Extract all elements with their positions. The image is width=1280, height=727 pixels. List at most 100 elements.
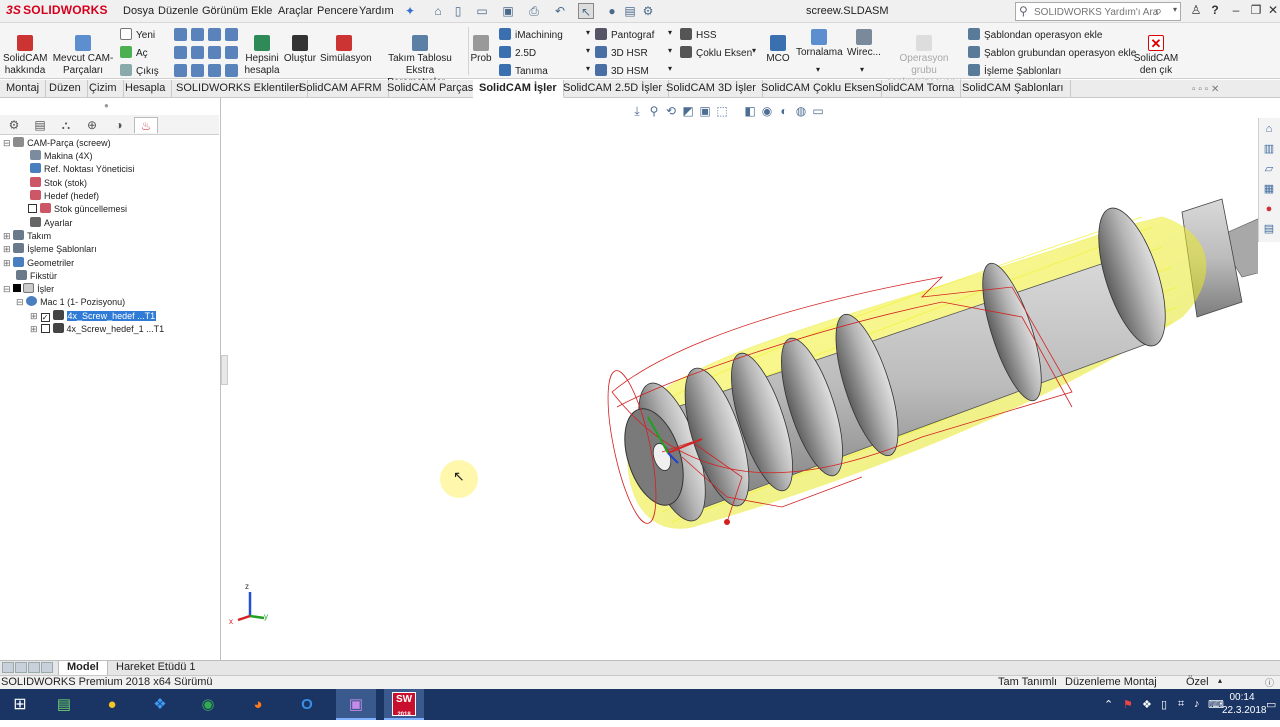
multiaxis-button[interactable]: Çoklu Eksen — [680, 46, 752, 59]
close-button[interactable]: ✕ — [1262, 3, 1280, 19]
definition-button[interactable]: Tanıma — [499, 64, 548, 77]
calculate-all-button[interactable]: Hepsini hesapla — [244, 35, 280, 77]
menu-window[interactable]: Pencere — [317, 5, 358, 17]
tab-assembly[interactable]: Montaj — [0, 80, 47, 98]
op-25d-button[interactable]: 2.5D — [499, 46, 536, 59]
menu-help[interactable]: Yardım — [359, 5, 394, 17]
quick-tool-app-icon[interactable]: ● — [92, 689, 132, 720]
help-search-box[interactable]: ⚲ ⌕ ▾ — [1015, 2, 1181, 21]
add-from-template-group-button[interactable]: Şablon grubundan operasyon ekle — [968, 46, 1136, 59]
pantograph-button[interactable]: Pantograf — [595, 28, 654, 41]
tree-machine[interactable]: Makina (4X) — [30, 150, 93, 161]
hsr-3d-button[interactable]: 3D HSR — [595, 46, 648, 59]
zoom-fit-icon[interactable]: ⤓ — [630, 104, 644, 118]
generate-button[interactable]: Oluştur — [282, 35, 318, 65]
definition-dropdown[interactable]: ▾ — [586, 64, 590, 73]
tab-solidworks-addins[interactable]: SOLIDWORKS Eklentileri — [170, 80, 309, 98]
last-tab-button[interactable] — [41, 662, 53, 673]
tab-solidcam-afrm[interactable]: SolidCAM AFRM — [293, 80, 389, 98]
file-exit-button[interactable]: Çıkış — [120, 64, 159, 77]
solidcam-manager-tab-icon[interactable]: ♨ — [134, 117, 158, 133]
help-search-input[interactable] — [1034, 5, 1160, 19]
previous-view-icon[interactable]: ⟲ — [664, 104, 678, 118]
tab-solidcam-25d[interactable]: SolidCAM 2.5D İşler — [557, 80, 670, 98]
edit-appearance-icon[interactable]: ◐ — [777, 104, 791, 118]
view-tools-grid[interactable] — [172, 27, 242, 81]
file-properties-icon[interactable]: ▤ — [622, 3, 638, 19]
hss-button[interactable]: HSS — [680, 28, 717, 41]
panel-grip-icon[interactable]: ● — [104, 101, 109, 110]
tree-operation-2[interactable]: ⊞ 4x_Screw_hedef_1 ...T1 — [30, 323, 164, 335]
first-tab-button[interactable] — [2, 662, 14, 673]
dropbox-app-icon[interactable]: ❖ — [140, 689, 180, 720]
hsm-dropdown[interactable]: ▾ — [668, 64, 672, 73]
tree-setup[interactable]: ⊟ Mac 1 (1- Pozisyonu) — [16, 296, 125, 308]
tab-solidcam-operations[interactable]: SolidCAM İşler — [473, 80, 564, 98]
select-pointer-icon[interactable]: ↖ — [578, 3, 594, 19]
add-from-template-button[interactable]: Şablondan operasyon ekle — [968, 28, 1102, 41]
wire-button[interactable]: Wirec... — [846, 29, 882, 59]
config-manager-tab-icon[interactable]: ⛬ — [54, 117, 78, 133]
op-25d-dropdown[interactable]: ▾ — [586, 46, 590, 55]
stock-update-checkbox[interactable] — [28, 204, 37, 213]
about-solidcam-button[interactable]: SolidCAM hakkında — [3, 35, 47, 77]
turning-dropdown[interactable]: ▾ — [816, 65, 820, 74]
appearances-icon[interactable]: ● — [1262, 202, 1276, 216]
file-new-button[interactable]: Yeni — [120, 28, 155, 41]
multiaxis-dropdown[interactable]: ▾ — [752, 46, 756, 55]
display-manager-tab-icon[interactable]: ◑ — [107, 117, 131, 133]
tab-solidcam-multiaxis[interactable]: SolidCAM Çoklu Eksen — [755, 80, 882, 98]
status-help-icon[interactable]: ⓘ — [1265, 676, 1274, 689]
tree-settings[interactable]: Ayarlar — [30, 217, 72, 228]
design-library-icon[interactable]: ▥ — [1262, 142, 1276, 156]
tab-model[interactable]: Model — [58, 661, 108, 675]
outlook-app-icon[interactable]: O — [287, 689, 327, 720]
tab-sketch[interactable]: Çizim — [83, 80, 124, 98]
tree-root[interactable]: ⊟ CAM-Parça (screew) — [3, 137, 111, 149]
custom-properties-icon[interactable]: ▤ — [1262, 222, 1276, 236]
tree-stock[interactable]: Stok (stok) — [30, 177, 87, 188]
chevron-down-icon[interactable]: ▾ — [1173, 5, 1177, 14]
tree-templates[interactable]: ⊞ İşleme Şablonları — [3, 243, 97, 255]
apply-scene-icon[interactable]: ◍ — [794, 104, 808, 118]
zoom-area-icon[interactable]: ⚲ — [647, 104, 661, 118]
wire-dropdown[interactable]: ▾ — [860, 65, 864, 74]
tray-dropbox-icon[interactable]: ❖ — [1142, 698, 1152, 711]
taskbar-clock[interactable]: 00:14 22.3.2018 — [1222, 691, 1267, 717]
tab-layout[interactable]: Düzen — [43, 80, 88, 98]
options-gear-icon[interactable]: ⚙ — [640, 3, 656, 19]
help-button[interactable]: ? — [1204, 3, 1226, 19]
imachining-dropdown[interactable]: ▾ — [586, 28, 590, 37]
hsm-3d-button[interactable]: 3D HSM — [595, 64, 649, 77]
undo-icon[interactable]: ↶ — [552, 3, 568, 19]
tray-device-icon[interactable]: ▯ — [1161, 698, 1167, 711]
pantograph-dropdown[interactable]: ▾ — [668, 28, 672, 37]
new-file-icon[interactable]: ▯ — [450, 3, 466, 19]
view-settings-icon[interactable]: ▭ — [811, 104, 825, 118]
existing-cam-parts-button[interactable]: Mevcut CAM-Parçaları — [52, 35, 114, 77]
print-icon[interactable]: ⎙ — [526, 3, 542, 19]
imachining-button[interactable]: iMachining — [499, 28, 563, 41]
section-view-icon[interactable]: ◩ — [681, 104, 695, 118]
view-orientation-icon[interactable]: ⬚ — [715, 104, 729, 118]
dimxpert-tab-icon[interactable]: ⊕ — [80, 117, 104, 133]
file-open-button[interactable]: Aç — [120, 46, 148, 59]
tab-evaluate[interactable]: Hesapla — [119, 80, 173, 98]
hide-show-icon[interactable]: ◉ — [760, 104, 774, 118]
tree-geometries[interactable]: ⊞ Geometriler — [3, 257, 74, 269]
graphics-viewport[interactable] — [222, 117, 1263, 660]
simulation-button[interactable]: Simülasyon — [320, 35, 372, 65]
tab-solidcam-templates[interactable]: SolidCAM Şablonları — [956, 80, 1071, 98]
operation-1-checkbox[interactable]: ✓ — [40, 313, 50, 322]
rebuild-light-icon[interactable]: ● — [604, 3, 620, 19]
tree-target[interactable]: Hedef (hedef) — [30, 190, 99, 201]
dynamic-annotation-icon[interactable]: ▣ — [698, 104, 712, 118]
tab-solidcam-turning[interactable]: SolidCAM Torna — [869, 80, 962, 98]
display-style-icon[interactable]: ◧ — [743, 104, 757, 118]
machining-templates-button[interactable]: İşleme Şablonları — [968, 64, 1061, 77]
tray-network-icon[interactable]: ⌗ — [1178, 698, 1184, 711]
media-app-icon[interactable]: ▣ — [336, 689, 376, 720]
tab-window-controls[interactable]: ▫ ▫ ▫ ✕ — [1192, 84, 1219, 95]
hsr-dropdown[interactable]: ▾ — [668, 46, 672, 55]
view-palette-icon[interactable]: ▦ — [1262, 182, 1276, 196]
